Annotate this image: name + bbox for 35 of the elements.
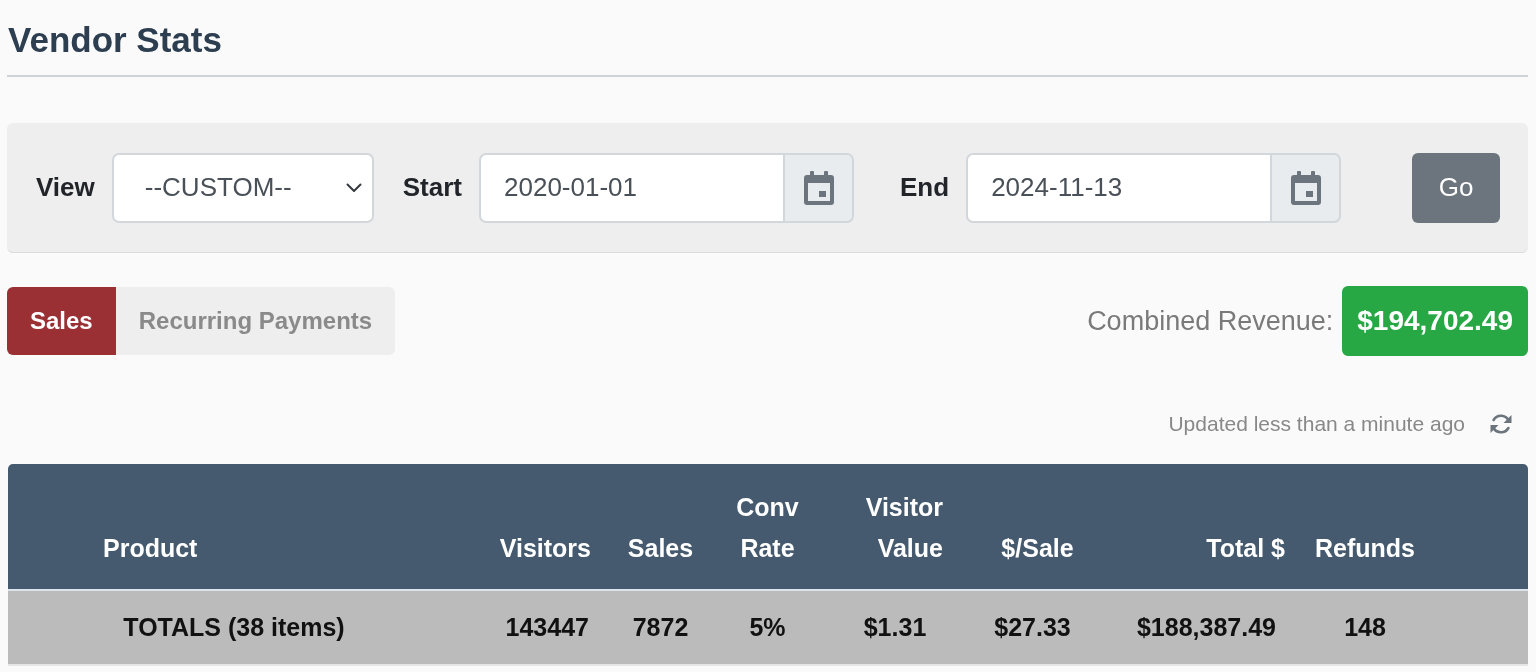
column-header: $/Sale xyxy=(1000,533,1075,564)
column-header: Conv Rate xyxy=(735,492,800,564)
table-cell-text: 5% xyxy=(748,613,787,642)
table-cell-text: $27.33 xyxy=(993,613,1072,642)
table-cell-text: $1.31 xyxy=(862,613,928,642)
table-cell-text: 148 xyxy=(1343,613,1387,642)
date-field[interactable]: 2024-11-13 xyxy=(966,152,1271,223)
calendar-icon xyxy=(803,170,834,205)
updated-text: Updated less than a minute ago xyxy=(1168,412,1465,436)
chevron-down-icon xyxy=(345,182,362,193)
calendar-button[interactable] xyxy=(1270,152,1342,223)
refresh-button[interactable] xyxy=(1489,412,1513,436)
table-cell-text: 143447 xyxy=(504,613,590,642)
column-header: Sales xyxy=(626,533,695,564)
calendar-icon xyxy=(1290,170,1321,205)
date-field[interactable]: 2020-01-01 xyxy=(479,152,784,223)
table-cell-text: 7872 xyxy=(631,613,690,642)
revenue-badge: $194,702.49 xyxy=(1342,286,1528,356)
tab[interactable]: Sales xyxy=(7,287,116,355)
column-header: Visitor Value xyxy=(864,492,944,564)
field-label: Start xyxy=(402,172,463,203)
field-label: End xyxy=(900,172,950,203)
column-header: Refunds xyxy=(1314,533,1416,564)
calendar-button[interactable] xyxy=(783,152,855,223)
column-header: Visitors xyxy=(498,533,592,564)
field-label: View xyxy=(36,172,95,203)
table-cell-text: TOTALS (38 items) xyxy=(122,613,346,642)
column-header: Total $ xyxy=(1205,533,1286,564)
revenue-label: Combined Revenue: xyxy=(1087,305,1334,337)
column-header: Product xyxy=(102,533,199,564)
table-cell-text: $188,387.49 xyxy=(1135,613,1277,642)
refresh-icon xyxy=(1489,412,1513,436)
view-select[interactable]: --CUSTOM-- xyxy=(111,152,374,223)
page-title: Vendor Stats xyxy=(7,19,223,61)
go-button[interactable]: Go xyxy=(1412,152,1500,223)
